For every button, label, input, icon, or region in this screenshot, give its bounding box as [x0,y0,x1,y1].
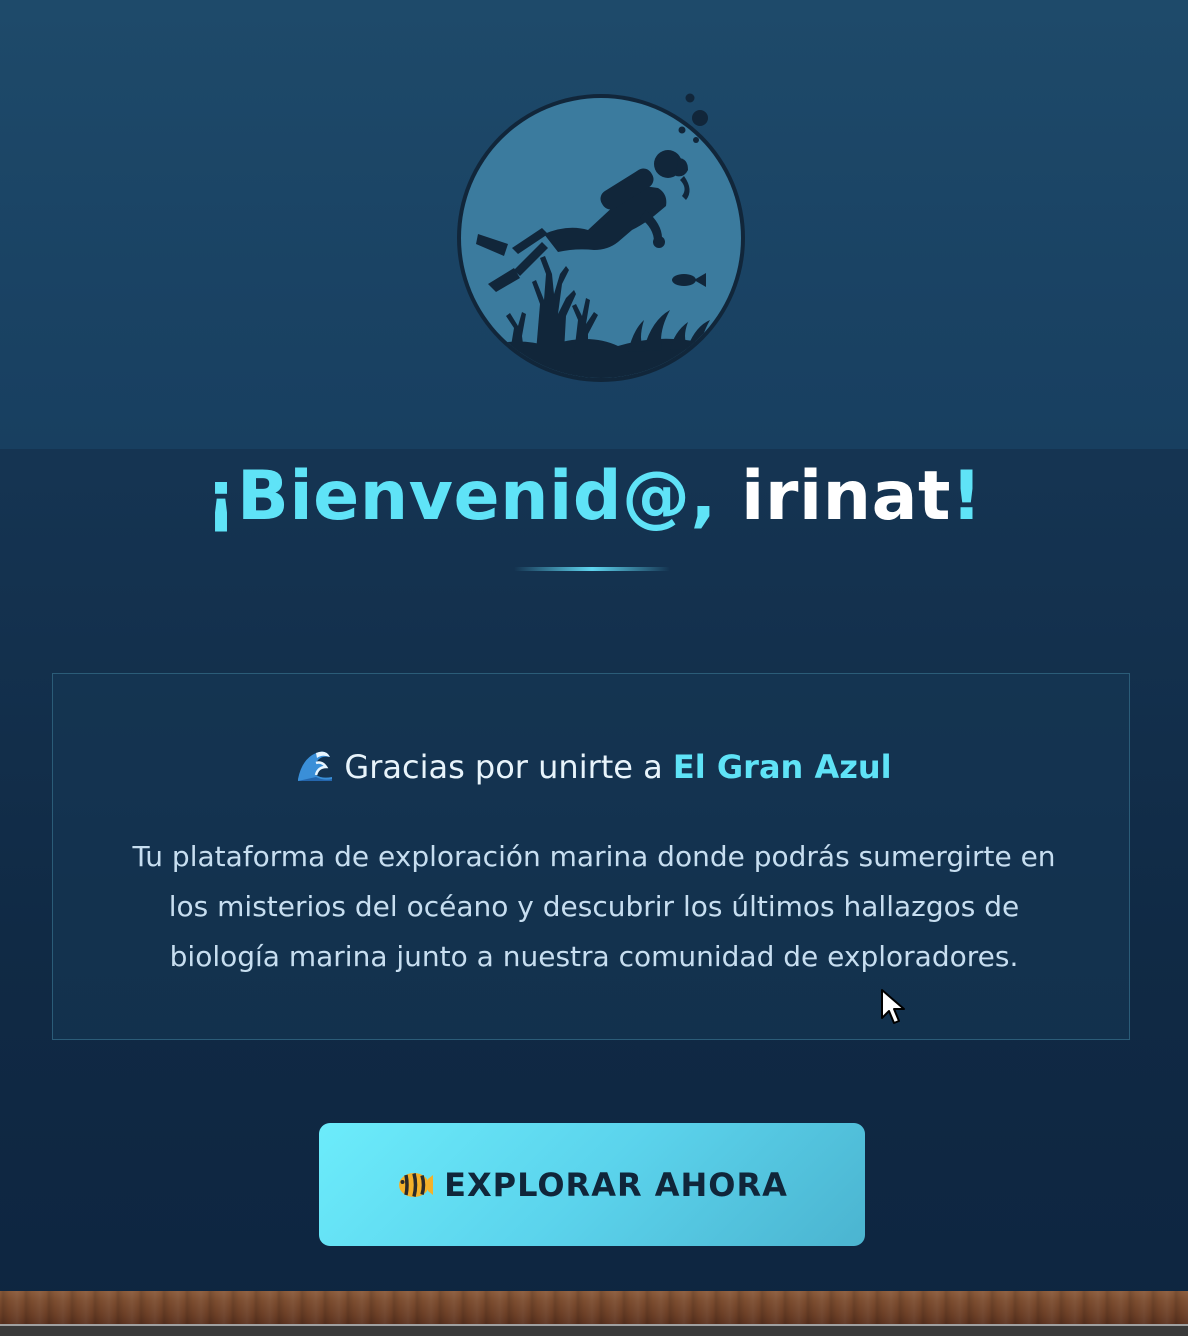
welcome-exclamation: ! [950,457,983,536]
wood-footer-strip [0,1291,1188,1324]
bottom-bar [0,1324,1188,1336]
card-heading: Gracias por unirte a El Gran Azul [0,740,1188,794]
welcome-greeting: ¡Bienvenid@, [205,457,742,536]
card-description: Tu plataforma de exploración marina dond… [132,840,1056,973]
mouse-pointer-icon [881,989,905,1024]
card-heading-text: Gracias por unirte a [344,748,673,786]
wave-icon [298,751,333,781]
explore-now-label: EXPLORAR AHORA [444,1165,788,1204]
page-title: ¡Bienvenid@, irinat! [0,455,1188,539]
brand-name: El Gran Azul [672,748,892,786]
scuba-diver-emblem-icon [457,93,745,382]
title-divider [514,567,670,571]
username: irinat [741,457,951,536]
tropical-fish-icon [399,1172,434,1197]
hero-banner [0,0,1188,449]
explore-now-button[interactable]: EXPLORAR AHORA [319,1123,865,1246]
